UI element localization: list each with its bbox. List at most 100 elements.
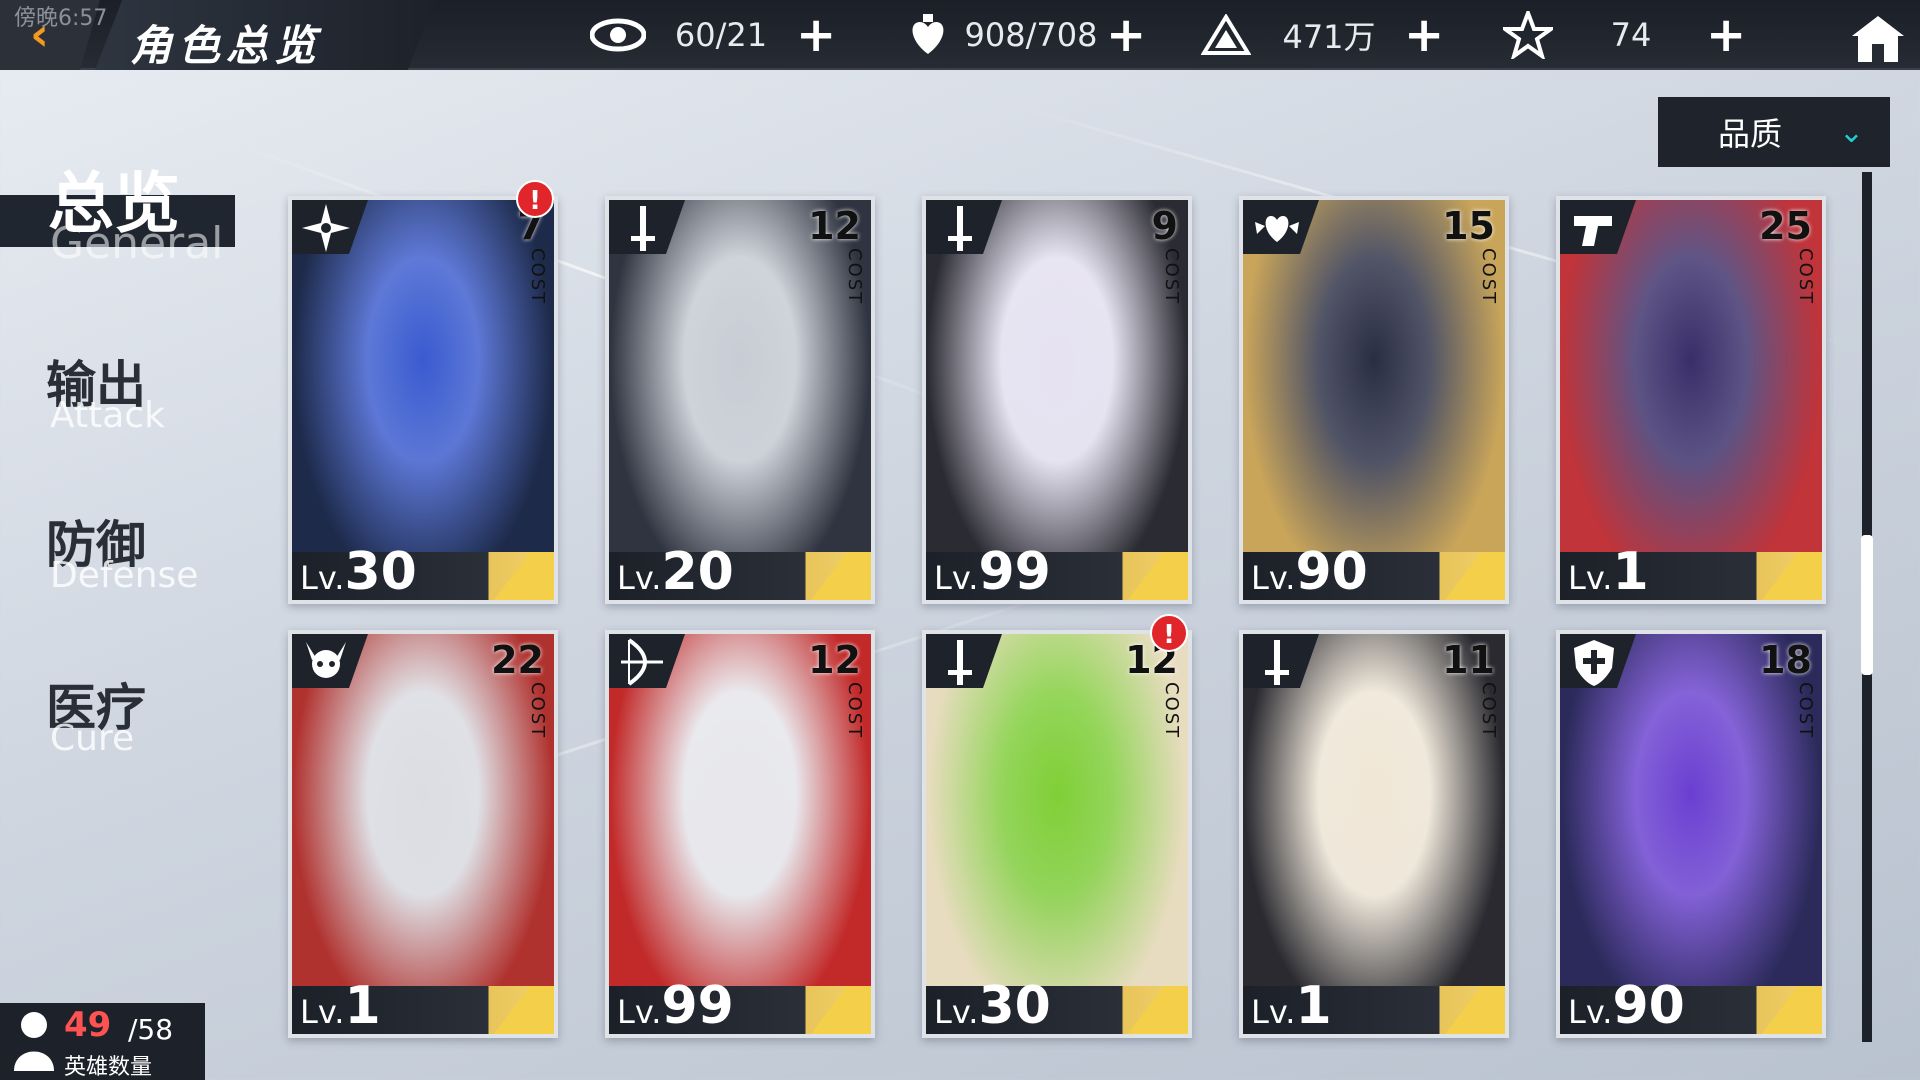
level-prefix: Lv. [617,993,662,1031]
status-clock: 傍晚6:57 [14,6,108,31]
hero-level: Lv.99 [934,542,1051,600]
hero-level: Lv.90 [1568,976,1685,1034]
pistol-icon [1568,202,1620,254]
nav-item-sublabel: Cure [50,718,135,759]
level-prefix: Lv. [1568,559,1613,597]
hero-portrait [926,634,1188,1034]
hero-portrait [1243,200,1505,600]
level-value: 1 [1295,976,1332,1036]
hero-card[interactable]: 12 COST Lv.99 [605,630,875,1038]
nav-item-general[interactable]: 总览 General [0,150,260,269]
hero-count: 49 /58 英雄数量 [0,1003,205,1080]
hero-portrait [609,634,871,1034]
star-icon [1500,11,1556,59]
hero-card[interactable]: 12 COST Lv.30 [922,630,1192,1038]
hero-cost: 15 [1442,204,1495,248]
hero-portrait [926,200,1188,600]
cost-label: COST [1161,682,1182,740]
resource-value: 908/708 [964,16,1098,54]
hero-card[interactable]: 25 COST Lv.1 [1556,196,1826,604]
hero-card[interactable]: 18 COST Lv.90 [1556,630,1826,1038]
hero-count-current: 49 [64,1005,112,1045]
hero-level: Lv.1 [1568,542,1649,602]
hero-card[interactable]: 15 COST Lv.90 [1239,196,1509,604]
hero-level: Lv.1 [300,976,381,1034]
hero-level: Lv.99 [617,976,734,1036]
nav-item-sublabel: Attack [50,395,165,436]
hero-card[interactable]: 11 COST Lv.1 [1239,630,1509,1038]
cost-label: COST [844,248,865,306]
level-prefix: Lv. [300,559,345,597]
nav-item-attack[interactable]: 输出 Attack [0,345,260,455]
top-bar: ‹ 傍晚6:57 角色总览 60/21 + 908/708 + 471万 + 7… [0,0,1920,70]
page-title: 角色总览 [130,21,323,70]
hero-cost: 12 [808,638,861,682]
hero-portrait [292,200,554,600]
level-value: 20 [661,542,734,602]
sword-icon [934,202,986,254]
sword-icon [934,636,986,688]
level-prefix: Lv. [934,993,979,1031]
hero-cost: 22 [491,638,544,682]
resource-star: 74 + [1500,0,1746,70]
hero-cost: 12 [808,204,861,248]
hero-card[interactable]: 9 COST Lv.99 [922,196,1192,604]
hero-portrait [1560,200,1822,600]
alert-badge-icon: ! [516,180,554,218]
cost-label: COST [844,682,865,740]
resource-value: 74 [1610,16,1652,54]
hero-card[interactable]: 12 COST Lv.20 [605,196,875,604]
level-prefix: Lv. [1568,993,1613,1031]
hero-level: Lv.90 [1251,542,1368,600]
hero-cost: 9 [1151,204,1178,248]
cost-label: COST [1795,682,1816,740]
hero-count-total: /58 [128,1013,174,1046]
cost-label: COST [1161,248,1182,306]
sort-dropdown[interactable]: 品质 ⌄ [1658,97,1890,167]
hero-level: Lv.20 [617,542,734,602]
hero-level: Lv.1 [1251,976,1332,1036]
sword-icon [1251,636,1303,688]
cost-label: COST [527,248,548,306]
hero-cost: 11 [1442,638,1495,682]
level-value: 99 [661,976,734,1036]
level-prefix: Lv. [934,559,979,597]
chevron-down-icon: ⌄ [1838,114,1864,150]
level-value: 30 [344,542,417,602]
resource-value: 471万 [1282,18,1376,56]
cost-label: COST [527,682,548,740]
eye-icon [590,12,646,58]
level-prefix: Lv. [1251,993,1296,1031]
shield-cross-icon [1568,636,1620,688]
scrollbar-thumb[interactable] [1861,535,1873,675]
sword-icon [617,202,669,254]
level-value: 1 [1612,542,1649,602]
level-value: 30 [978,976,1051,1036]
hero-cost: 25 [1759,204,1812,248]
hero-level: Lv.30 [934,976,1051,1036]
resource-gold: 471万 + [1198,0,1444,70]
nav-item-sublabel: Defense [50,555,199,596]
heart-wings-icon [1251,202,1303,254]
nav-item-defense[interactable]: 防御 Defense [0,505,260,615]
alert-badge-icon: ! [1150,614,1188,652]
home-icon [1852,16,1904,62]
hero-portrait [1560,634,1822,1034]
home-button[interactable] [1850,14,1906,64]
hero-cost: 18 [1759,638,1812,682]
bow-icon [617,636,669,688]
hero-card[interactable]: 7 COST Lv.30 [288,196,558,604]
hero-count-label: 英雄数量 [64,1055,153,1080]
nav-item-cure[interactable]: 医疗 Cure [0,668,260,778]
add-resource-button[interactable]: + [1706,11,1746,59]
resource-value: 60/21 [674,16,768,54]
nav-item-sublabel: General [50,218,224,269]
add-resource-button[interactable]: + [1106,11,1146,59]
cost-label: COST [1795,248,1816,306]
hero-card[interactable]: 22 COST Lv.1 [288,630,558,1038]
person-icon [14,1012,54,1071]
shuriken-icon [300,202,352,254]
add-resource-button[interactable]: + [1404,11,1444,59]
add-resource-button[interactable]: + [796,11,836,59]
cost-label: COST [1478,248,1499,306]
